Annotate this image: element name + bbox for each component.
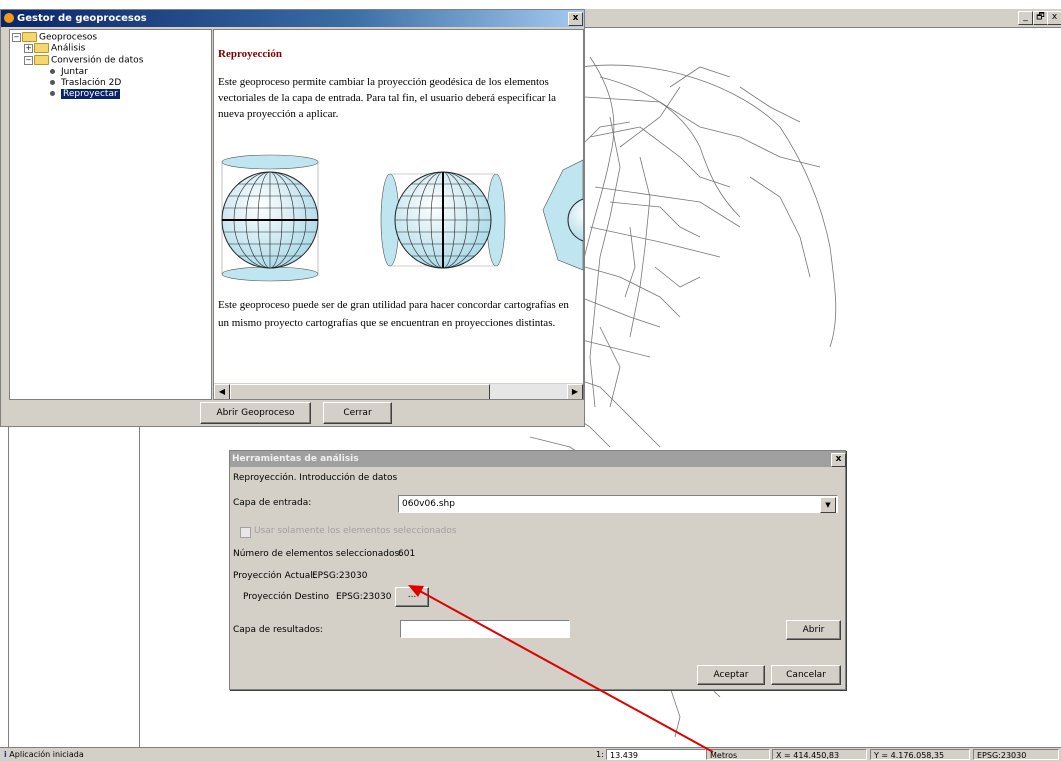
bullet-icon <box>50 69 55 74</box>
x-coordinate: X = 414.450,83 <box>772 749 867 760</box>
close-button[interactable]: Cerrar <box>323 402 392 424</box>
analysis-tools-dialog: Herramientas de análisis x Reproyección.… <box>229 450 846 690</box>
collapse-icon[interactable]: − <box>12 32 21 42</box>
expand-icon[interactable]: + <box>24 43 33 53</box>
description-title: Reproyección <box>218 48 282 60</box>
tree-item-juntar[interactable]: Juntar <box>50 67 88 78</box>
destination-projection-value: EPSG:23030 <box>336 592 392 602</box>
input-layer-label: Capa de entrada: <box>233 498 312 508</box>
selected-only-label: Usar solamente los elementos seleccionad… <box>254 526 457 536</box>
folder-icon <box>34 55 49 65</box>
collapse-icon[interactable]: − <box>24 55 33 65</box>
selected-only-checkbox[interactable] <box>240 527 251 538</box>
current-projection-value: EPSG:23030 <box>312 571 368 581</box>
cancel-button[interactable]: Cancelar <box>771 665 841 685</box>
geoprocess-tree[interactable]: − Geoprocesos + Análisis − Conversión de da… <box>9 29 212 400</box>
tree-node-conversion[interactable]: − Conversión de datos <box>24 55 143 67</box>
restore-icon[interactable]: 🗗 <box>1033 11 1048 25</box>
scroll-left-icon[interactable]: ◀ <box>214 384 230 399</box>
description-paragraph: Este geoproceso permite cambiar la proye… <box>218 76 557 120</box>
bullet-icon <box>50 80 55 85</box>
close-icon[interactable]: x <box>831 453 846 467</box>
input-layer-select[interactable]: 060v06.shp ▼ <box>398 495 838 513</box>
tree-node-analisis[interactable]: + Análisis <box>24 43 85 55</box>
close-icon[interactable]: x <box>568 12 583 26</box>
window-title: Gestor de geoprocesos <box>17 13 147 24</box>
crs-indicator: EPSG:23030 <box>973 749 1059 760</box>
dialog-title-bar[interactable]: Herramientas de análisis x <box>230 451 846 467</box>
geoprocess-manager-title-bar[interactable]: Gestor de geoprocesos x <box>1 10 584 27</box>
info-icon: i <box>4 750 7 759</box>
tree-node-geoprocesos[interactable]: − Geoprocesos <box>12 32 97 44</box>
dialog-subtitle: Reproyección. Introducción de datos <box>233 473 398 483</box>
horizontal-scrollbar[interactable]: ◀ ▶ <box>214 383 583 399</box>
bullet-icon <box>50 91 55 96</box>
tree-item-traslacion[interactable]: Traslación 2D <box>50 78 121 89</box>
chevron-down-icon[interactable]: ▼ <box>820 497 836 513</box>
description-paragraph: Este geoproceso puede ser de gran utilid… <box>218 299 569 329</box>
destination-projection-label: Proyección Destino <box>243 592 330 602</box>
selected-count-value: 601 <box>398 549 416 559</box>
scale-input[interactable]: 13.439 <box>606 749 706 760</box>
output-layer-field[interactable] <box>400 620 570 638</box>
scroll-thumb[interactable] <box>230 384 490 399</box>
folder-icon <box>22 32 37 42</box>
geoprocess-manager-window: Gestor de geoprocesos x − Geoprocesos + An… <box>0 9 585 427</box>
choose-projection-button[interactable]: ... <box>395 587 429 607</box>
geoprocess-description[interactable]: Reproyección Este geoproceso permite cam… <box>213 29 584 400</box>
open-output-button[interactable]: Abrir <box>786 620 841 640</box>
scale-prefix: 1: <box>596 750 604 759</box>
folder-icon <box>34 43 49 53</box>
y-coordinate: Y = 4.176.058,35 <box>870 749 970 760</box>
status-bar: i Aplicación iniciada 1: 13.439 Metros X… <box>0 747 1061 761</box>
dialog-title: Herramientas de análisis <box>232 454 359 464</box>
scroll-right-icon[interactable]: ▶ <box>567 384 583 399</box>
tree-item-reproyectar[interactable]: Reproyectar <box>50 89 120 100</box>
close-icon[interactable]: x <box>1047 11 1061 25</box>
app-logo-icon <box>4 13 14 23</box>
status-message: i Aplicación iniciada <box>4 750 84 759</box>
units-select[interactable]: Metros <box>706 749 770 760</box>
selected-count-label: Número de elementos seleccionados: <box>233 549 403 559</box>
accept-button[interactable]: Aceptar <box>697 665 765 685</box>
current-projection-label: Proyección Actual: <box>233 571 316 581</box>
output-layer-label: Capa de resultados: <box>233 625 323 635</box>
open-geoprocess-button[interactable]: Abrir Geoproceso <box>200 402 311 424</box>
projection-illustration <box>221 154 583 282</box>
minimize-icon[interactable]: _ <box>1018 11 1033 25</box>
